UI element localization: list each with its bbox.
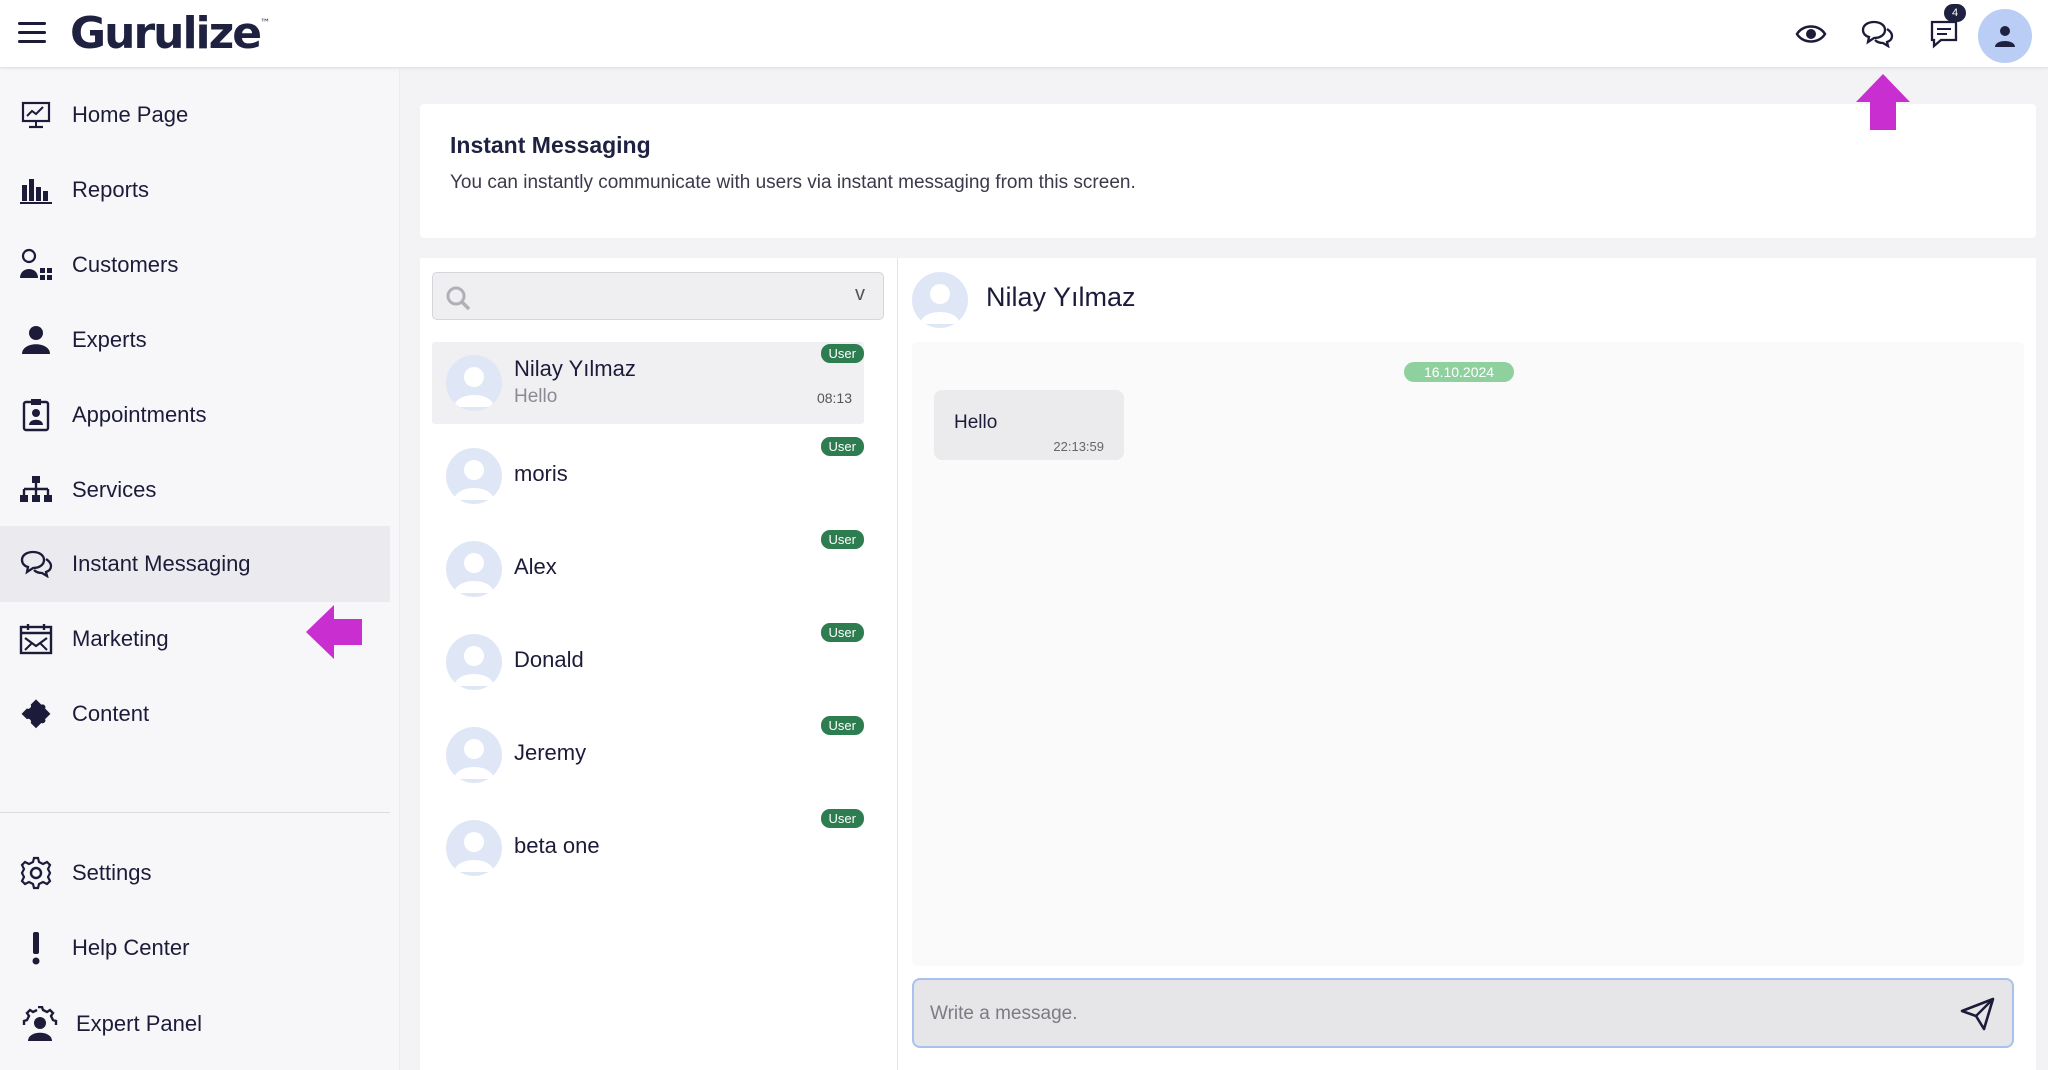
contact-item[interactable]: Alex User	[432, 528, 864, 610]
user-badge: User	[820, 437, 864, 456]
exclamation-icon	[18, 930, 54, 966]
contact-list-panel: v Nilay Yılmaz Hello User 08:13 moris Us…	[420, 258, 898, 1070]
sidebar-item-label: Experts	[72, 327, 147, 352]
sidebar-item-settings[interactable]: Settings	[0, 835, 390, 911]
notification-badge: 4	[1944, 4, 1966, 22]
contact-avatar	[446, 448, 502, 504]
search-box: v	[432, 272, 884, 320]
sidebar-item-label: Expert Panel	[76, 1011, 202, 1036]
contact-item[interactable]: beta one User	[432, 807, 864, 889]
sidebar-item-customers[interactable]: Customers	[0, 227, 390, 303]
monitor-chart-icon	[18, 97, 54, 133]
eye-icon[interactable]	[1791, 14, 1831, 54]
annotation-arrow-left	[304, 603, 364, 666]
search-filter-toggle[interactable]: v	[855, 283, 865, 306]
top-bar: Gurulize™ 4	[0, 0, 2048, 68]
app-logo[interactable]: Gurulize™	[70, 8, 270, 59]
expert-icon	[18, 322, 54, 358]
user-gear-icon	[22, 1006, 58, 1042]
sidebar-item-instant-messaging[interactable]: Instant Messaging	[0, 526, 390, 602]
compose-box	[912, 978, 2014, 1048]
sidebar-item-label: Instant Messaging	[72, 551, 251, 576]
contact-name: beta one	[514, 833, 600, 858]
conversation-panel: Nilay Yılmaz 16.10.2024 Hello 22:13:59	[898, 258, 2036, 1070]
sidebar-item-label: Home Page	[72, 102, 189, 127]
contact-name: Alex	[514, 554, 557, 579]
sidebar-item-help-center[interactable]: Help Center	[0, 910, 390, 986]
send-icon[interactable]	[1958, 994, 1998, 1034]
sidebar-item-label: Settings	[72, 860, 152, 885]
contact-preview: Hello	[514, 386, 558, 407]
contact-avatar	[446, 727, 502, 783]
sidebar-item-services[interactable]: Services	[0, 452, 390, 528]
contact-avatar	[446, 355, 502, 411]
sidebar-item-label: Customers	[72, 252, 179, 277]
search-input[interactable]	[483, 281, 823, 311]
contact-name: Donald	[514, 647, 584, 672]
sidebar-item-label: Reports	[72, 177, 150, 202]
sidebar-item-label: Content	[72, 701, 150, 726]
contact-name: Nilay Yılmaz	[514, 356, 636, 381]
sidebar-item-label: Marketing	[72, 626, 169, 651]
sidebar-item-appointments[interactable]: Appointments	[0, 377, 390, 453]
contact-avatar	[446, 541, 502, 597]
user-badge: User	[820, 344, 864, 363]
menu-icon[interactable]	[18, 22, 46, 46]
user-badge: User	[820, 530, 864, 549]
sitemap-icon	[18, 472, 54, 508]
message-area: 16.10.2024 Hello 22:13:59	[912, 342, 2024, 966]
sidebar-divider	[0, 812, 390, 813]
search-icon	[445, 285, 471, 316]
customers-icon	[18, 247, 54, 283]
message-bubble: Hello 22:13:59	[934, 390, 1124, 460]
sidebar-item-expert-panel[interactable]: Expert Panel	[0, 986, 390, 1062]
message-input[interactable]	[930, 998, 1910, 1030]
message-text: Hello	[954, 412, 998, 433]
contact-time: 08:13	[816, 390, 852, 406]
gear-icon	[18, 855, 54, 891]
sidebar-item-label: Appointments	[72, 402, 207, 427]
sidebar: Home Page Reports Customers Experts Appo…	[0, 69, 400, 1070]
chat-bubbles-icon[interactable]	[1857, 14, 1897, 54]
conversation-contact-name: Nilay Yılmaz	[986, 282, 1136, 312]
sidebar-item-experts[interactable]: Experts	[0, 302, 390, 378]
sidebar-item-label: Services	[72, 477, 157, 502]
contact-avatar	[446, 634, 502, 690]
user-badge: User	[820, 716, 864, 735]
page-header-card: Instant Messaging You can instantly comm…	[420, 104, 2036, 238]
page-subtitle: You can instantly communicate with users…	[450, 172, 1136, 193]
sidebar-item-reports[interactable]: Reports	[0, 152, 390, 228]
bar-chart-icon	[18, 172, 54, 208]
annotation-arrow-up	[1854, 72, 1912, 137]
page-title: Instant Messaging	[450, 132, 651, 158]
conversation-avatar	[912, 272, 968, 328]
user-badge: User	[820, 623, 864, 642]
logo-text: Gurulize	[70, 8, 262, 59]
mail-calendar-icon	[18, 621, 54, 657]
puzzle-icon	[18, 696, 54, 732]
user-avatar-icon[interactable]	[1978, 9, 2032, 63]
contact-item[interactable]: Nilay Yılmaz Hello User 08:13	[432, 342, 864, 424]
message-time: 22:13:59	[1053, 439, 1104, 454]
contact-item[interactable]: Jeremy User	[432, 714, 864, 796]
contact-item[interactable]: Donald User	[432, 621, 864, 703]
sidebar-item-home-page[interactable]: Home Page	[0, 77, 390, 153]
user-badge: User	[820, 809, 864, 828]
contact-avatar	[446, 820, 502, 876]
sidebar-item-label: Help Center	[72, 935, 190, 960]
chat-bubbles-icon	[18, 546, 54, 582]
contact-item[interactable]: moris User	[432, 435, 864, 517]
contact-name: Jeremy	[514, 740, 587, 765]
message-icon[interactable]: 4	[1924, 4, 1966, 54]
contact-name: moris	[514, 461, 568, 486]
date-separator: 16.10.2024	[1404, 362, 1515, 382]
logo-trademark: ™	[260, 18, 271, 29]
sidebar-item-content[interactable]: Content	[0, 676, 390, 752]
clipboard-user-icon	[18, 397, 54, 433]
